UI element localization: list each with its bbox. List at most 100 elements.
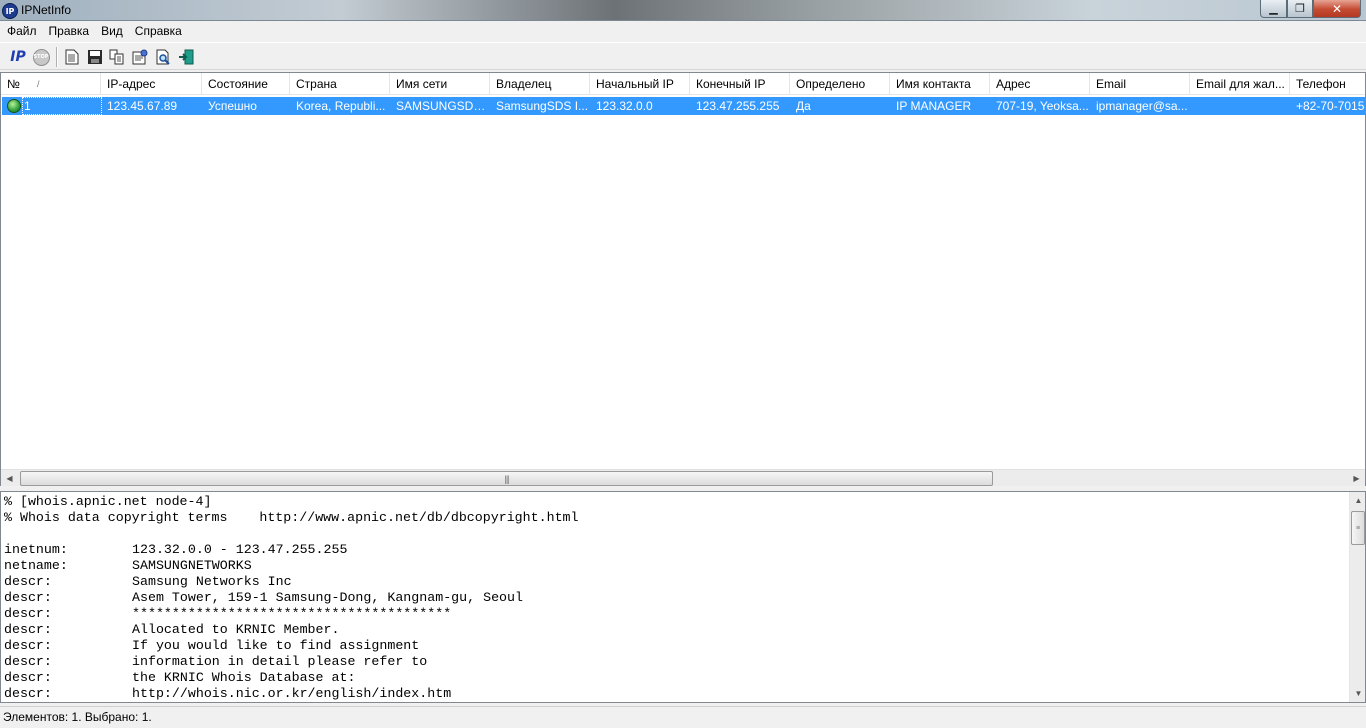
menu-view[interactable]: Вид [95,22,129,41]
stop-icon: STOP [32,48,50,66]
whois-value: the KRNIC Whois Database at: [132,670,356,685]
whois-text: % [whois.apnic.net node-4]% Whois data c… [4,494,579,702]
find-button[interactable] [153,47,173,67]
document-icon [65,49,79,65]
cell-start-ip: 123.32.0.0 [596,99,653,113]
stop-button[interactable]: STOP [31,47,51,67]
whois-key: descr: [4,638,52,653]
table-row[interactable]: 1 123.45.67.89 Успешно Korea, Republi...… [2,97,1366,115]
cell-address: 707-19, Yeoksa... [996,99,1089,113]
save-button[interactable] [85,47,105,67]
whois-value: 123.32.0.0 - 123.47.255.255 [132,542,348,557]
whois-key: descr: [4,670,52,685]
column-header-owner[interactable]: Владелец [490,73,590,95]
whois-key: descr: [4,686,52,701]
minimize-button[interactable]: ▁ [1260,0,1287,18]
scroll-left-arrow-icon[interactable]: ◀ [1,470,18,487]
whois-text-pane[interactable]: % [whois.apnic.net node-4]% Whois data c… [0,491,1366,703]
scroll-down-arrow-icon[interactable]: ▼ [1350,685,1365,702]
exit-icon [179,49,194,65]
menu-help[interactable]: Справка [129,22,188,41]
copy-button[interactable] [107,47,127,67]
whois-line: descr: Asem Tower, 159-1 Samsung-Dong, Ka… [4,590,579,606]
whois-line: netname: SAMSUNGNETWORKS [4,558,579,574]
whois-line: % [whois.apnic.net node-4] [4,494,212,509]
cell-country: Korea, Republi... [296,99,386,113]
horizontal-scrollbar[interactable]: ◀ ||| ▶ [1,469,1365,486]
whois-line: inetnum: 123.32.0.0 - 123.47.255.255 [4,542,579,558]
whois-line: % Whois data copyright terms http://www.… [4,510,579,525]
whois-line: descr: the KRNIC Whois Database at: [4,670,579,686]
results-list[interactable]: № / IP-адрес Состояние Страна Имя сети В… [0,72,1366,486]
whois-line: descr: **********************************… [4,606,579,622]
column-header-end-ip[interactable]: Конечный IP [690,73,790,95]
menu-file[interactable]: Файл [1,22,43,41]
column-header-country[interactable]: Страна [290,73,390,95]
column-header-address[interactable]: Адрес [990,73,1090,95]
cell-netname: SAMSUNGSDS... [396,99,490,113]
cell-email: ipmanager@sa... [1096,99,1188,113]
exit-button[interactable] [176,47,196,67]
save-icon [88,50,102,64]
horizontal-scroll-thumb[interactable]: ||| [20,471,993,486]
whois-key: netname: [4,558,68,573]
whois-line: descr: If you would like to find assignme… [4,638,579,654]
cell-contact-name: IP MANAGER [896,99,972,113]
menu-bar: Файл Правка Вид Справка [0,22,1366,41]
whois-value: Samsung Networks Inc [132,574,292,589]
cell-owner: SamsungSDS I... [496,99,589,113]
whois-value: Asem Tower, 159-1 Samsung-Dong, Kangnam-… [132,590,523,605]
whois-value: SAMSUNGNETWORKS [132,558,252,573]
cell-ip: 123.45.67.89 [107,99,178,113]
ip-lookup-button[interactable]: IP [8,47,28,67]
whois-key: descr: [4,606,52,621]
whois-line: descr: Samsung Networks Inc [4,574,579,590]
menu-edit[interactable]: Правка [43,22,96,41]
vertical-scroll-thumb[interactable]: ≡ [1351,511,1365,545]
column-header-abuse-email[interactable]: Email для жал... [1190,73,1290,95]
cell-number: 1 [24,99,31,113]
column-header-number[interactable]: № / [1,73,101,95]
whois-key: inetnum: [4,542,68,557]
maximize-button[interactable]: ❐ [1287,0,1313,18]
scroll-right-arrow-icon[interactable]: ▶ [1348,470,1365,487]
column-header-ip[interactable]: IP-адрес [101,73,202,95]
properties-icon [132,49,148,65]
document-button[interactable] [62,47,82,67]
app-icon: IP [2,3,18,19]
column-header-phone[interactable]: Телефон [1290,73,1365,95]
cell-end-ip: 123.47.255.255 [696,99,780,113]
whois-key: descr: [4,574,52,589]
column-header-status[interactable]: Состояние [202,73,290,95]
cell-phone: +82-70-7015- [1296,99,1366,113]
column-header-start-ip[interactable]: Начальный IP [590,73,690,95]
sort-indicator-icon: / [37,79,40,89]
cell-status: Успешно [208,99,257,113]
whois-line [4,526,579,542]
whois-value: If you would like to find assignment [132,638,420,653]
properties-button[interactable] [130,47,150,67]
cell-resolved: Да [796,99,811,113]
status-bar: Элементов: 1. Выбрано: 1. [0,706,1366,727]
close-button[interactable]: ✕ [1313,0,1361,18]
whois-value: Allocated to KRNIC Member. [132,622,340,637]
column-header-email[interactable]: Email [1090,73,1190,95]
find-icon [156,49,170,65]
whois-key: descr: [4,654,52,669]
whois-line: descr: information in detail please refer… [4,654,579,670]
whois-line: descr: http://whois.nic.or.kr/english/ind… [4,686,579,702]
toolbar: IP STOP [0,42,1366,70]
column-header-resolved[interactable]: Определено [790,73,890,95]
column-header-netname[interactable]: Имя сети [390,73,490,95]
window-title: IPNetInfo [21,3,72,17]
title-bar[interactable]: IP IPNetInfo ▁ ❐ ✕ [0,0,1366,21]
copy-icon [109,49,124,65]
whois-value: information in detail please refer to [132,654,428,669]
vertical-scrollbar[interactable]: ▲ ≡ ▼ [1349,492,1365,702]
cell-abuse-email [1190,97,1290,115]
column-header-contact-name[interactable]: Имя контакта [890,73,990,95]
whois-key: descr: [4,590,52,605]
whois-key: descr: [4,622,52,637]
whois-value: **************************************** [132,606,452,621]
scroll-up-arrow-icon[interactable]: ▲ [1350,492,1365,509]
